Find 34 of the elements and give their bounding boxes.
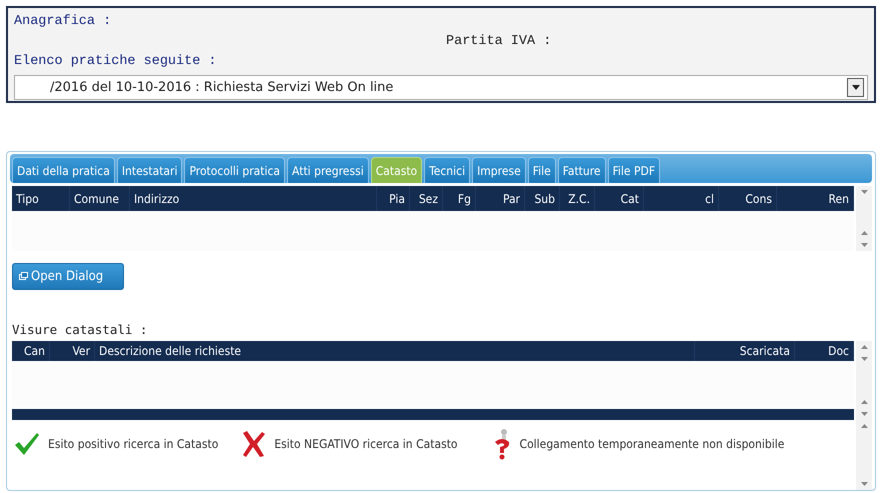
tab[interactable]: Imprese	[472, 157, 526, 183]
scroll-down-icon[interactable]	[860, 243, 868, 247]
scroll-down-icon[interactable]	[860, 357, 868, 361]
scroll-up-icon[interactable]	[860, 345, 868, 349]
scrollbar[interactable]	[856, 186, 872, 251]
open-dialog-button[interactable]: Open Dialog	[12, 263, 124, 290]
cross-icon	[242, 430, 266, 458]
scroll-down-icon[interactable]	[860, 482, 868, 486]
tab[interactable]: Atti pregressi	[287, 157, 369, 183]
scroll-down-icon[interactable]	[860, 412, 868, 416]
check-icon	[14, 432, 40, 456]
dropdown-caret-icon	[847, 78, 864, 97]
scroll-down-icon[interactable]	[860, 190, 868, 194]
tab[interactable]: Protocolli pratica	[184, 157, 286, 183]
anagrafica-label: Anagrafica :	[14, 13, 112, 31]
scroll-up-icon[interactable]	[860, 231, 868, 235]
tab[interactable]: Catasto	[370, 157, 422, 183]
pratica-dropdown[interactable]: /2016 del 10-10-2016 : Richiesta Servizi Web On line	[14, 75, 868, 100]
pratiche-label: Elenco pratiche seguite :	[14, 53, 218, 71]
scroll-up-icon[interactable]	[860, 400, 868, 404]
scroll-up-icon[interactable]	[860, 424, 868, 428]
visure-label: Visure catastali :	[12, 322, 148, 338]
legend-text: Esito positivo ricerca in Catasto	[48, 437, 218, 451]
tab[interactable]: Tecnici	[424, 157, 470, 183]
legend-text: Esito NEGATIVO ricerca in Catasto	[274, 437, 458, 451]
scrollbar[interactable]	[856, 341, 872, 420]
tab[interactable]: Dati della pratica	[12, 157, 115, 183]
tab[interactable]: Intestatari	[116, 157, 182, 183]
tab[interactable]: File PDF	[608, 157, 660, 183]
tab[interactable]: Fatture	[558, 157, 606, 183]
legend-text: Collegamento temporaneamente non disponibile	[520, 437, 784, 451]
scrollbar[interactable]	[856, 420, 872, 490]
partita-iva-label: Partita IVA :	[446, 33, 552, 51]
tab[interactable]: File	[528, 157, 556, 183]
